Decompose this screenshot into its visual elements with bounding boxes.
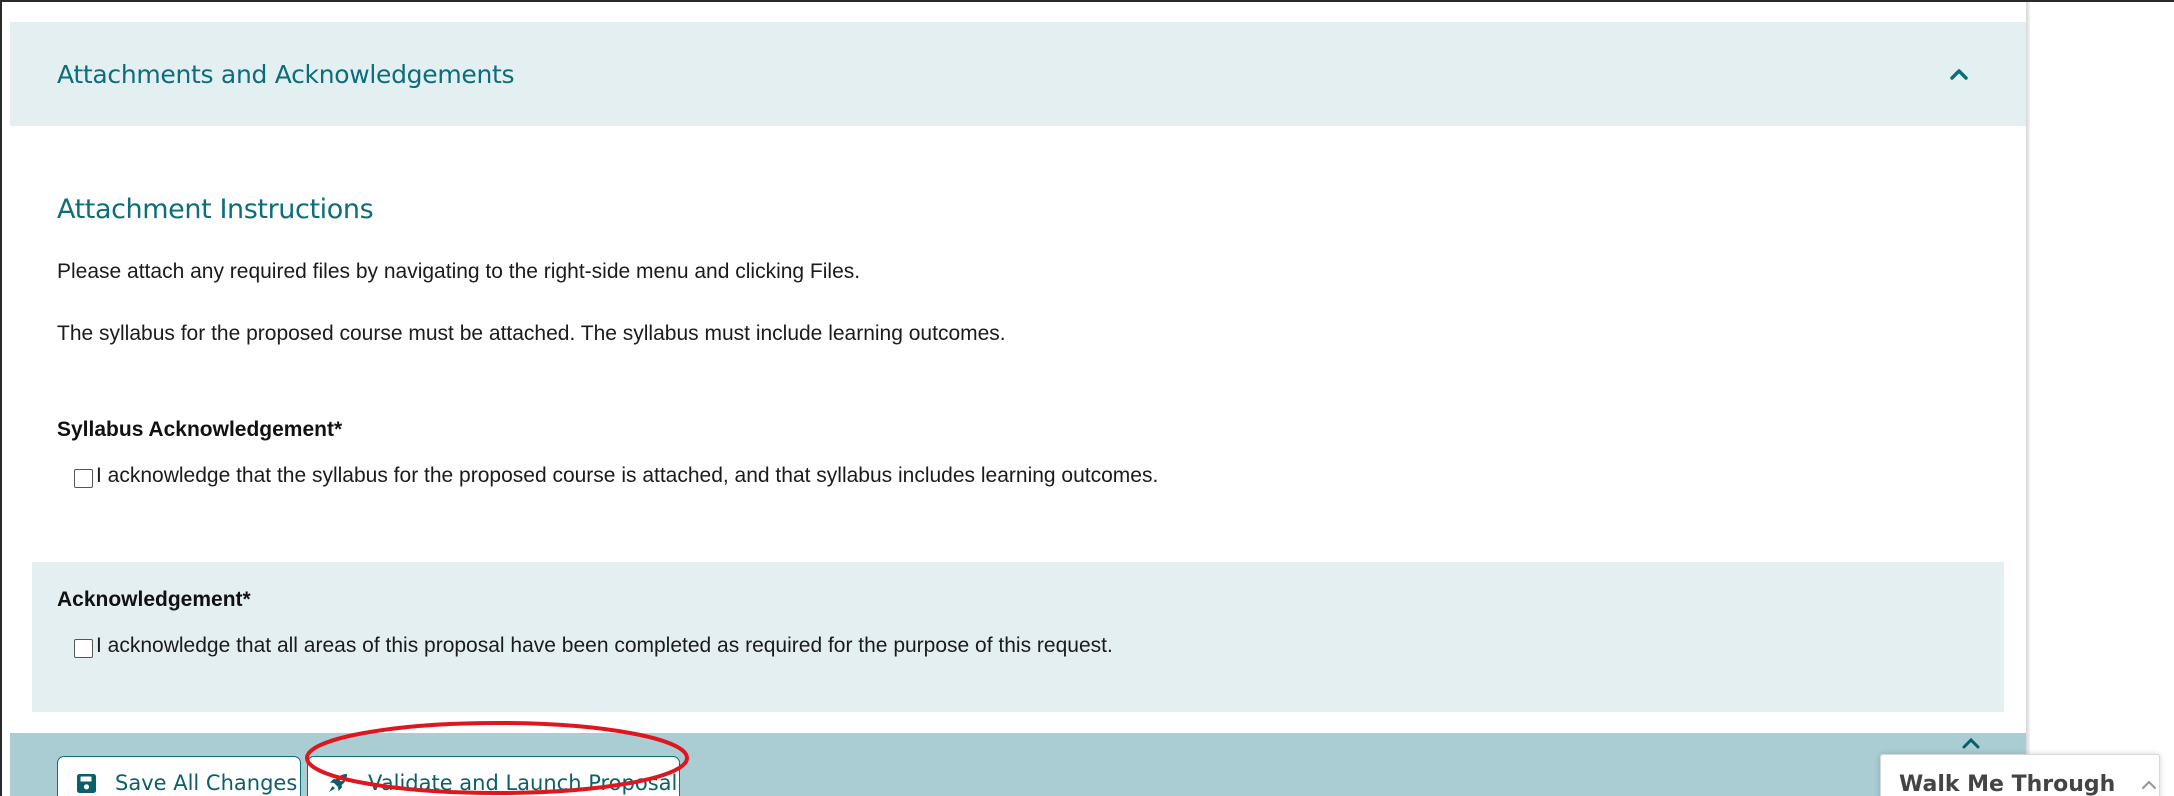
section-header[interactable]: Attachments and Acknowledgements [10,22,2026,126]
rocket-icon [326,771,350,795]
acknowledgement-text: I acknowledge that all areas of this pro… [96,634,1113,657]
chevron-up-icon [1962,737,1980,749]
attachment-instructions-title: Attachment Instructions [57,194,374,225]
acknowledgement-field: Acknowledgement* I acknowledge that all … [32,562,2004,712]
walk-me-through-label: Walk Me Through [1899,771,2116,796]
save-all-changes-button[interactable]: Save All Changes [57,756,301,796]
instructions-line-2: The syllabus for the proposed course mus… [57,322,1006,345]
save-all-changes-label: Save All Changes [115,771,298,795]
acknowledgement-checkbox[interactable] [74,638,93,658]
validate-and-launch-proposal-label: Validate and Launch Proposal [368,771,678,795]
syllabus-acknowledgement-checkbox[interactable] [74,468,93,488]
walk-me-through-button[interactable]: Walk Me Through [1880,754,2160,796]
panel-edge-shadow [2026,2,2030,796]
proposal-form-panel: Attachments and Acknowledgements Attachm… [10,22,2026,796]
chevron-up-icon[interactable] [1942,57,1976,91]
section-title: Attachments and Acknowledgements [57,59,515,89]
acknowledgement-option[interactable]: I acknowledge that all areas of this pro… [74,634,1113,658]
syllabus-acknowledgement-label: Syllabus Acknowledgement* [57,418,343,441]
floppy-disk-icon [76,773,97,794]
chevron-up-icon [2141,779,2157,790]
acknowledgement-label: Acknowledgement* [57,588,251,611]
syllabus-acknowledgement-text: I acknowledge that the syllabus for the … [96,464,1159,487]
action-footer-bar: Save All Changes Validate and Launch Pro… [10,733,2026,796]
syllabus-acknowledgement-option[interactable]: I acknowledge that the syllabus for the … [74,464,1158,488]
page-frame: Attachments and Acknowledgements Attachm… [0,0,2174,796]
validate-and-launch-proposal-button[interactable]: Validate and Launch Proposal [307,756,680,796]
instructions-line-1: Please attach any required files by navi… [57,260,861,283]
